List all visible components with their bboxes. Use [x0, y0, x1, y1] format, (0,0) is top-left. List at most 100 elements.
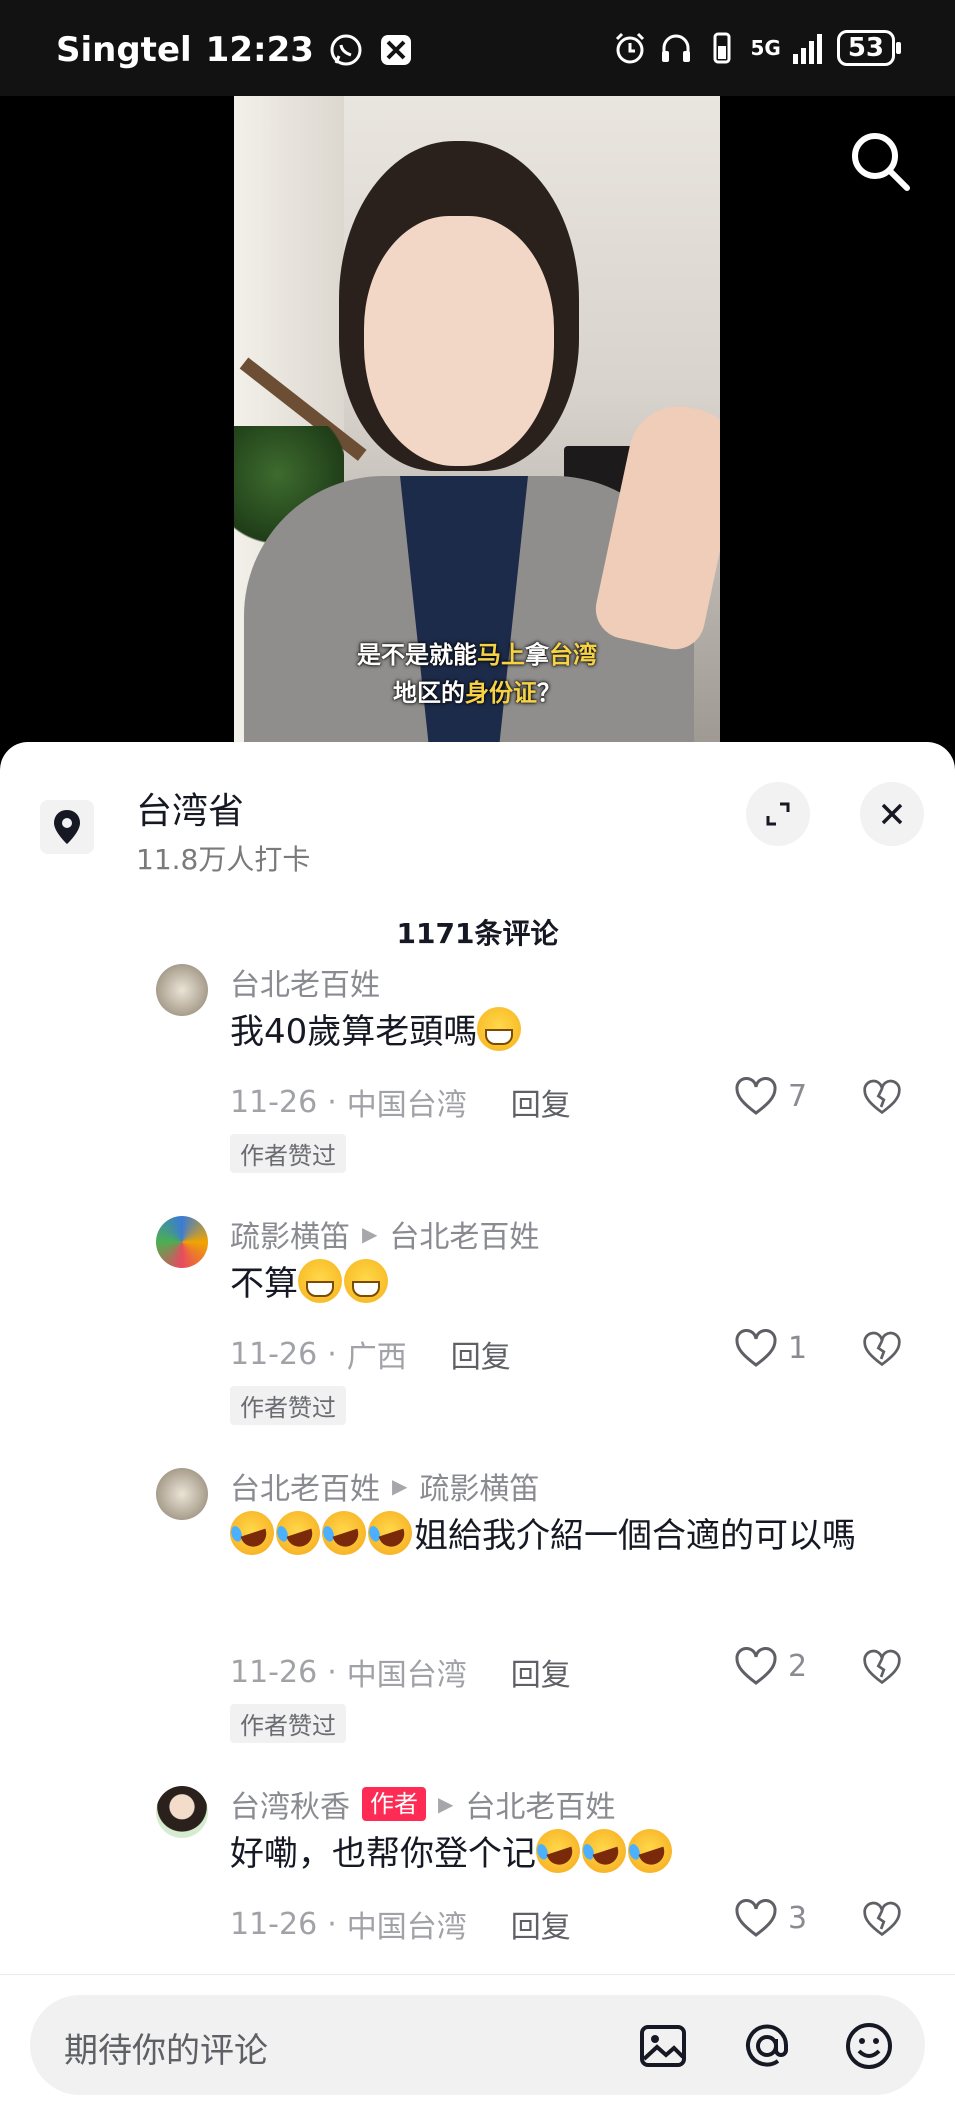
video-person-face: [364, 216, 554, 466]
close-icon: [881, 803, 903, 825]
subtitle-highlight: 身份证: [465, 679, 537, 707]
laughing-emoji-icon: [530, 1823, 586, 1879]
grin-emoji-icon: [344, 1259, 388, 1303]
laughing-emoji-icon: [622, 1823, 678, 1879]
like-count: 3: [788, 1900, 808, 1936]
video-subtitle: 是不是就能马上拿台湾 地区的身份证？: [234, 636, 720, 712]
comment-body: 不算: [230, 1264, 298, 1304]
subtitle-text: 拿: [525, 641, 549, 669]
laughing-emoji-icon: [270, 1505, 326, 1561]
reply-arrow-icon: ▶: [392, 1474, 408, 1498]
comment-meta: 11-26 · 中国台湾 回复: [230, 1902, 571, 1946]
location-checkin-count: 11.8万人打卡: [136, 843, 311, 876]
subtitle-highlight: 台湾: [549, 641, 597, 669]
author-tag: 作者: [362, 1787, 426, 1821]
subtitle-line-1: 是不是就能马上拿台湾: [234, 636, 720, 674]
location-pin-icon: [40, 800, 94, 854]
network-type: 5G: [750, 36, 781, 60]
comment-sheet: 台湾省 11.8万人打卡 1171条评论 台北老百姓 我40歲算老頭嗎 11-2…: [0, 742, 955, 2120]
comment-body: 姐給我介紹一個合適的可以嗎: [414, 1516, 856, 1556]
comment-date: 11-26: [230, 1654, 318, 1690]
subtitle-text: 是不是就能: [357, 641, 477, 669]
author-liked-badge: 作者赞过: [230, 1704, 346, 1743]
heart-icon: [735, 1647, 777, 1685]
comment-text: 姐給我介紹一個合適的可以嗎: [224, 1502, 910, 1570]
phone-battery-icon: [713, 32, 731, 64]
avatar[interactable]: [156, 1216, 208, 1268]
alarm-icon: [616, 32, 645, 64]
reply-button[interactable]: 回复: [511, 1080, 571, 1124]
avatar[interactable]: [156, 964, 208, 1016]
status-right: 5G 53: [612, 30, 902, 66]
comment-date: 11-26: [230, 1906, 318, 1942]
laughing-emoji-icon: [576, 1823, 632, 1879]
comment-count: 1171条评论: [396, 917, 559, 950]
emoji-icon[interactable]: [842, 2019, 896, 2073]
expand-button[interactable]: [746, 782, 810, 846]
like-button[interactable]: 2: [734, 1646, 807, 1686]
subtitle-highlight: 马上: [477, 641, 525, 669]
broken-heart-icon[interactable]: [862, 1330, 902, 1368]
author-liked-badge: 作者赞过: [230, 1386, 346, 1425]
comment-input[interactable]: 期待你的评论: [30, 1995, 925, 2095]
reply-button[interactable]: 回复: [511, 1902, 571, 1946]
broken-heart-icon[interactable]: [862, 1900, 902, 1938]
status-left: Singtel 12:23: [56, 30, 414, 70]
subtitle-text: ？: [537, 679, 561, 707]
video-player[interactable]: 是不是就能马上拿台湾 地区的身份证？: [0, 96, 955, 756]
reply-arrow-icon: ▶: [438, 1792, 454, 1816]
broken-heart-icon[interactable]: [862, 1648, 902, 1686]
like-count: 2: [788, 1648, 808, 1684]
reply-button[interactable]: 回复: [451, 1332, 511, 1376]
comment-date: 11-26: [230, 1084, 318, 1120]
comment-region: 中国台湾: [346, 1658, 467, 1693]
headphones-icon: [662, 34, 691, 62]
status-bar: Singtel 12:23 5G 53: [0, 0, 955, 96]
comment-text: 我40歲算老頭嗎: [230, 998, 910, 1066]
meta-separator: ·: [327, 1906, 337, 1942]
comment-meta: 11-26 · 广西 回复: [230, 1332, 511, 1376]
expand-icon: [766, 802, 790, 826]
comment-input-placeholder[interactable]: 期待你的评论: [64, 2023, 268, 2072]
comment-body: 好嘞，也帮你登个记: [230, 1834, 536, 1874]
like-button[interactable]: 3: [734, 1898, 807, 1938]
heart-icon: [735, 1899, 777, 1937]
comment-text: 不算: [230, 1250, 910, 1318]
subtitle-text: 地区的: [393, 679, 465, 707]
like-button[interactable]: 7: [734, 1076, 807, 1116]
comment-text: 好嘞，也帮你登个记: [230, 1820, 910, 1888]
image-icon[interactable]: [636, 2019, 690, 2073]
like-count: 1: [788, 1330, 808, 1366]
video-frame[interactable]: 是不是就能马上拿台湾 地区的身份证？: [234, 96, 720, 756]
comment-date: 11-26: [230, 1336, 318, 1372]
laughing-emoji-icon: [316, 1505, 372, 1561]
reply-arrow-icon: ▶: [362, 1222, 378, 1246]
comment-region: 中国台湾: [346, 1910, 467, 1945]
mention-icon[interactable]: [740, 2019, 794, 2073]
search-icon[interactable]: [845, 126, 915, 196]
broken-heart-icon[interactable]: [862, 1078, 902, 1116]
clock: 12:23: [205, 30, 314, 70]
like-button[interactable]: 1: [734, 1328, 807, 1368]
author-liked-badge: 作者赞过: [230, 1134, 346, 1173]
meta-separator: ·: [327, 1084, 337, 1120]
comment-body: 我40歲算老頭嗎: [230, 1012, 478, 1052]
subtitle-line-2: 地区的身份证？: [234, 674, 720, 712]
comment-meta: 11-26 · 中国台湾 回复: [230, 1650, 571, 1694]
heart-icon: [735, 1077, 777, 1115]
laughing-emoji-icon: [362, 1505, 418, 1561]
avatar[interactable]: [156, 1468, 208, 1520]
whatsapp-icon: [330, 34, 362, 66]
heart-icon: [735, 1329, 777, 1367]
comment-region: 中国台湾: [346, 1088, 467, 1123]
x-app-icon: [380, 35, 411, 65]
signal-icon: [792, 34, 822, 64]
meta-separator: ·: [327, 1654, 337, 1690]
grin-emoji-icon: [477, 1007, 522, 1051]
reply-button[interactable]: 回复: [511, 1650, 571, 1694]
comment-region: 广西: [346, 1340, 407, 1375]
location-title[interactable]: 台湾省: [136, 782, 244, 834]
close-button[interactable]: [860, 782, 924, 846]
laughing-emoji-icon: [224, 1505, 280, 1561]
avatar[interactable]: [156, 1786, 208, 1838]
